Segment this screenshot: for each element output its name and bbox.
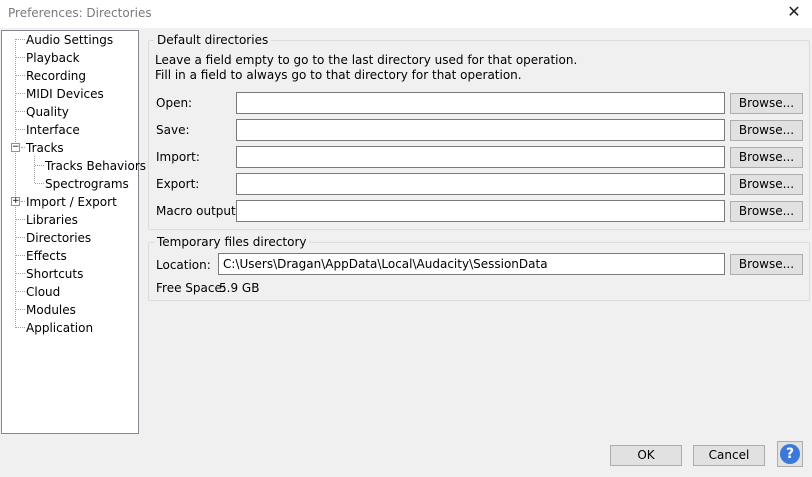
tree-connector (16, 291, 25, 292)
tree-item-spectrograms[interactable]: Spectrograms (45, 175, 129, 193)
tree-connector (16, 309, 25, 310)
tree-item-cloud[interactable]: Cloud (26, 283, 60, 301)
ok-button[interactable]: OK (610, 445, 682, 466)
tree-connector (16, 129, 25, 130)
tree-connector (16, 39, 25, 40)
tree-item-recording[interactable]: Recording (26, 67, 86, 85)
tree-item-playback[interactable]: Playback (26, 49, 80, 67)
tree-connector (16, 219, 25, 220)
tree-connector (16, 273, 25, 274)
macro-output-dir-input[interactable] (236, 200, 725, 222)
export-dir-input[interactable] (236, 173, 725, 195)
help-icon: ? (780, 444, 800, 464)
temp-browse-button[interactable]: Browse... (730, 254, 803, 275)
tree-item-effects[interactable]: Effects (26, 247, 67, 265)
help-button[interactable]: ? (777, 441, 803, 467)
open-dir-input[interactable] (236, 92, 725, 114)
tree-connector (16, 57, 25, 58)
tree-connector (16, 111, 25, 112)
tree-connector (34, 156, 35, 183)
temp-location-input[interactable]: C:\Users\Dragan\AppData\Local\Audacity\S… (218, 253, 725, 275)
title-bar: Preferences: Directories ✕ (0, 0, 812, 28)
free-space-label: Free Space: (156, 281, 226, 295)
macro-output-label: Macro output: (156, 204, 240, 218)
collapse-icon[interactable]: − (11, 143, 20, 152)
tree-connector (16, 93, 25, 94)
tree-connector (16, 237, 25, 238)
save-dir-input[interactable] (236, 119, 725, 141)
tree-connector (35, 183, 44, 184)
tree-item-shortcuts[interactable]: Shortcuts (26, 265, 83, 283)
tree-item-directories[interactable]: Directories (26, 229, 91, 247)
tree-item-tracks-behaviors[interactable]: Tracks Behaviors (45, 157, 146, 175)
tree-item-tracks[interactable]: Tracks (26, 139, 64, 157)
preferences-tree[interactable]: Audio Settings Playback Recording MIDI D… (1, 30, 146, 434)
expand-icon[interactable]: + (11, 197, 20, 206)
macro-output-browse-button[interactable]: Browse... (730, 201, 803, 222)
tree-connector (35, 165, 44, 166)
tree-item-midi-devices[interactable]: MIDI Devices (26, 85, 104, 103)
tree-item-quality[interactable]: Quality (26, 103, 69, 121)
tree-connector (16, 255, 25, 256)
tree-connector (16, 75, 25, 76)
save-browse-button[interactable]: Browse... (730, 120, 803, 141)
tree-connector (21, 201, 25, 202)
temp-files-title: Temporary files directory (154, 235, 310, 249)
import-browse-button[interactable]: Browse... (730, 147, 803, 168)
import-label: Import: (156, 150, 200, 164)
free-space-value: 5.9 GB (219, 281, 260, 295)
instruction-line-1: Leave a field empty to go to the last di… (155, 53, 578, 67)
window-title: Preferences: Directories (8, 6, 152, 20)
open-label: Open: (156, 96, 193, 110)
tree-connector (16, 327, 25, 328)
cancel-button[interactable]: Cancel (693, 445, 765, 466)
export-label: Export: (156, 177, 200, 191)
tree-item-interface[interactable]: Interface (26, 121, 80, 139)
instruction-line-2: Fill in a field to always go to that dir… (155, 68, 522, 82)
open-browse-button[interactable]: Browse... (730, 93, 803, 114)
tree-connector (15, 39, 16, 328)
save-label: Save: (156, 123, 190, 137)
close-icon[interactable]: ✕ (784, 2, 804, 22)
import-dir-input[interactable] (236, 146, 725, 168)
location-label: Location: (156, 258, 211, 272)
default-directories-title: Default directories (154, 33, 272, 47)
tree-item-modules[interactable]: Modules (26, 301, 76, 319)
export-browse-button[interactable]: Browse... (730, 174, 803, 195)
tree-item-libraries[interactable]: Libraries (26, 211, 78, 229)
tree-item-audio-settings[interactable]: Audio Settings (26, 31, 113, 49)
tree-item-application[interactable]: Application (26, 319, 93, 337)
tree-connector (21, 147, 25, 148)
tree-item-import-export[interactable]: Import / Export (26, 193, 117, 211)
